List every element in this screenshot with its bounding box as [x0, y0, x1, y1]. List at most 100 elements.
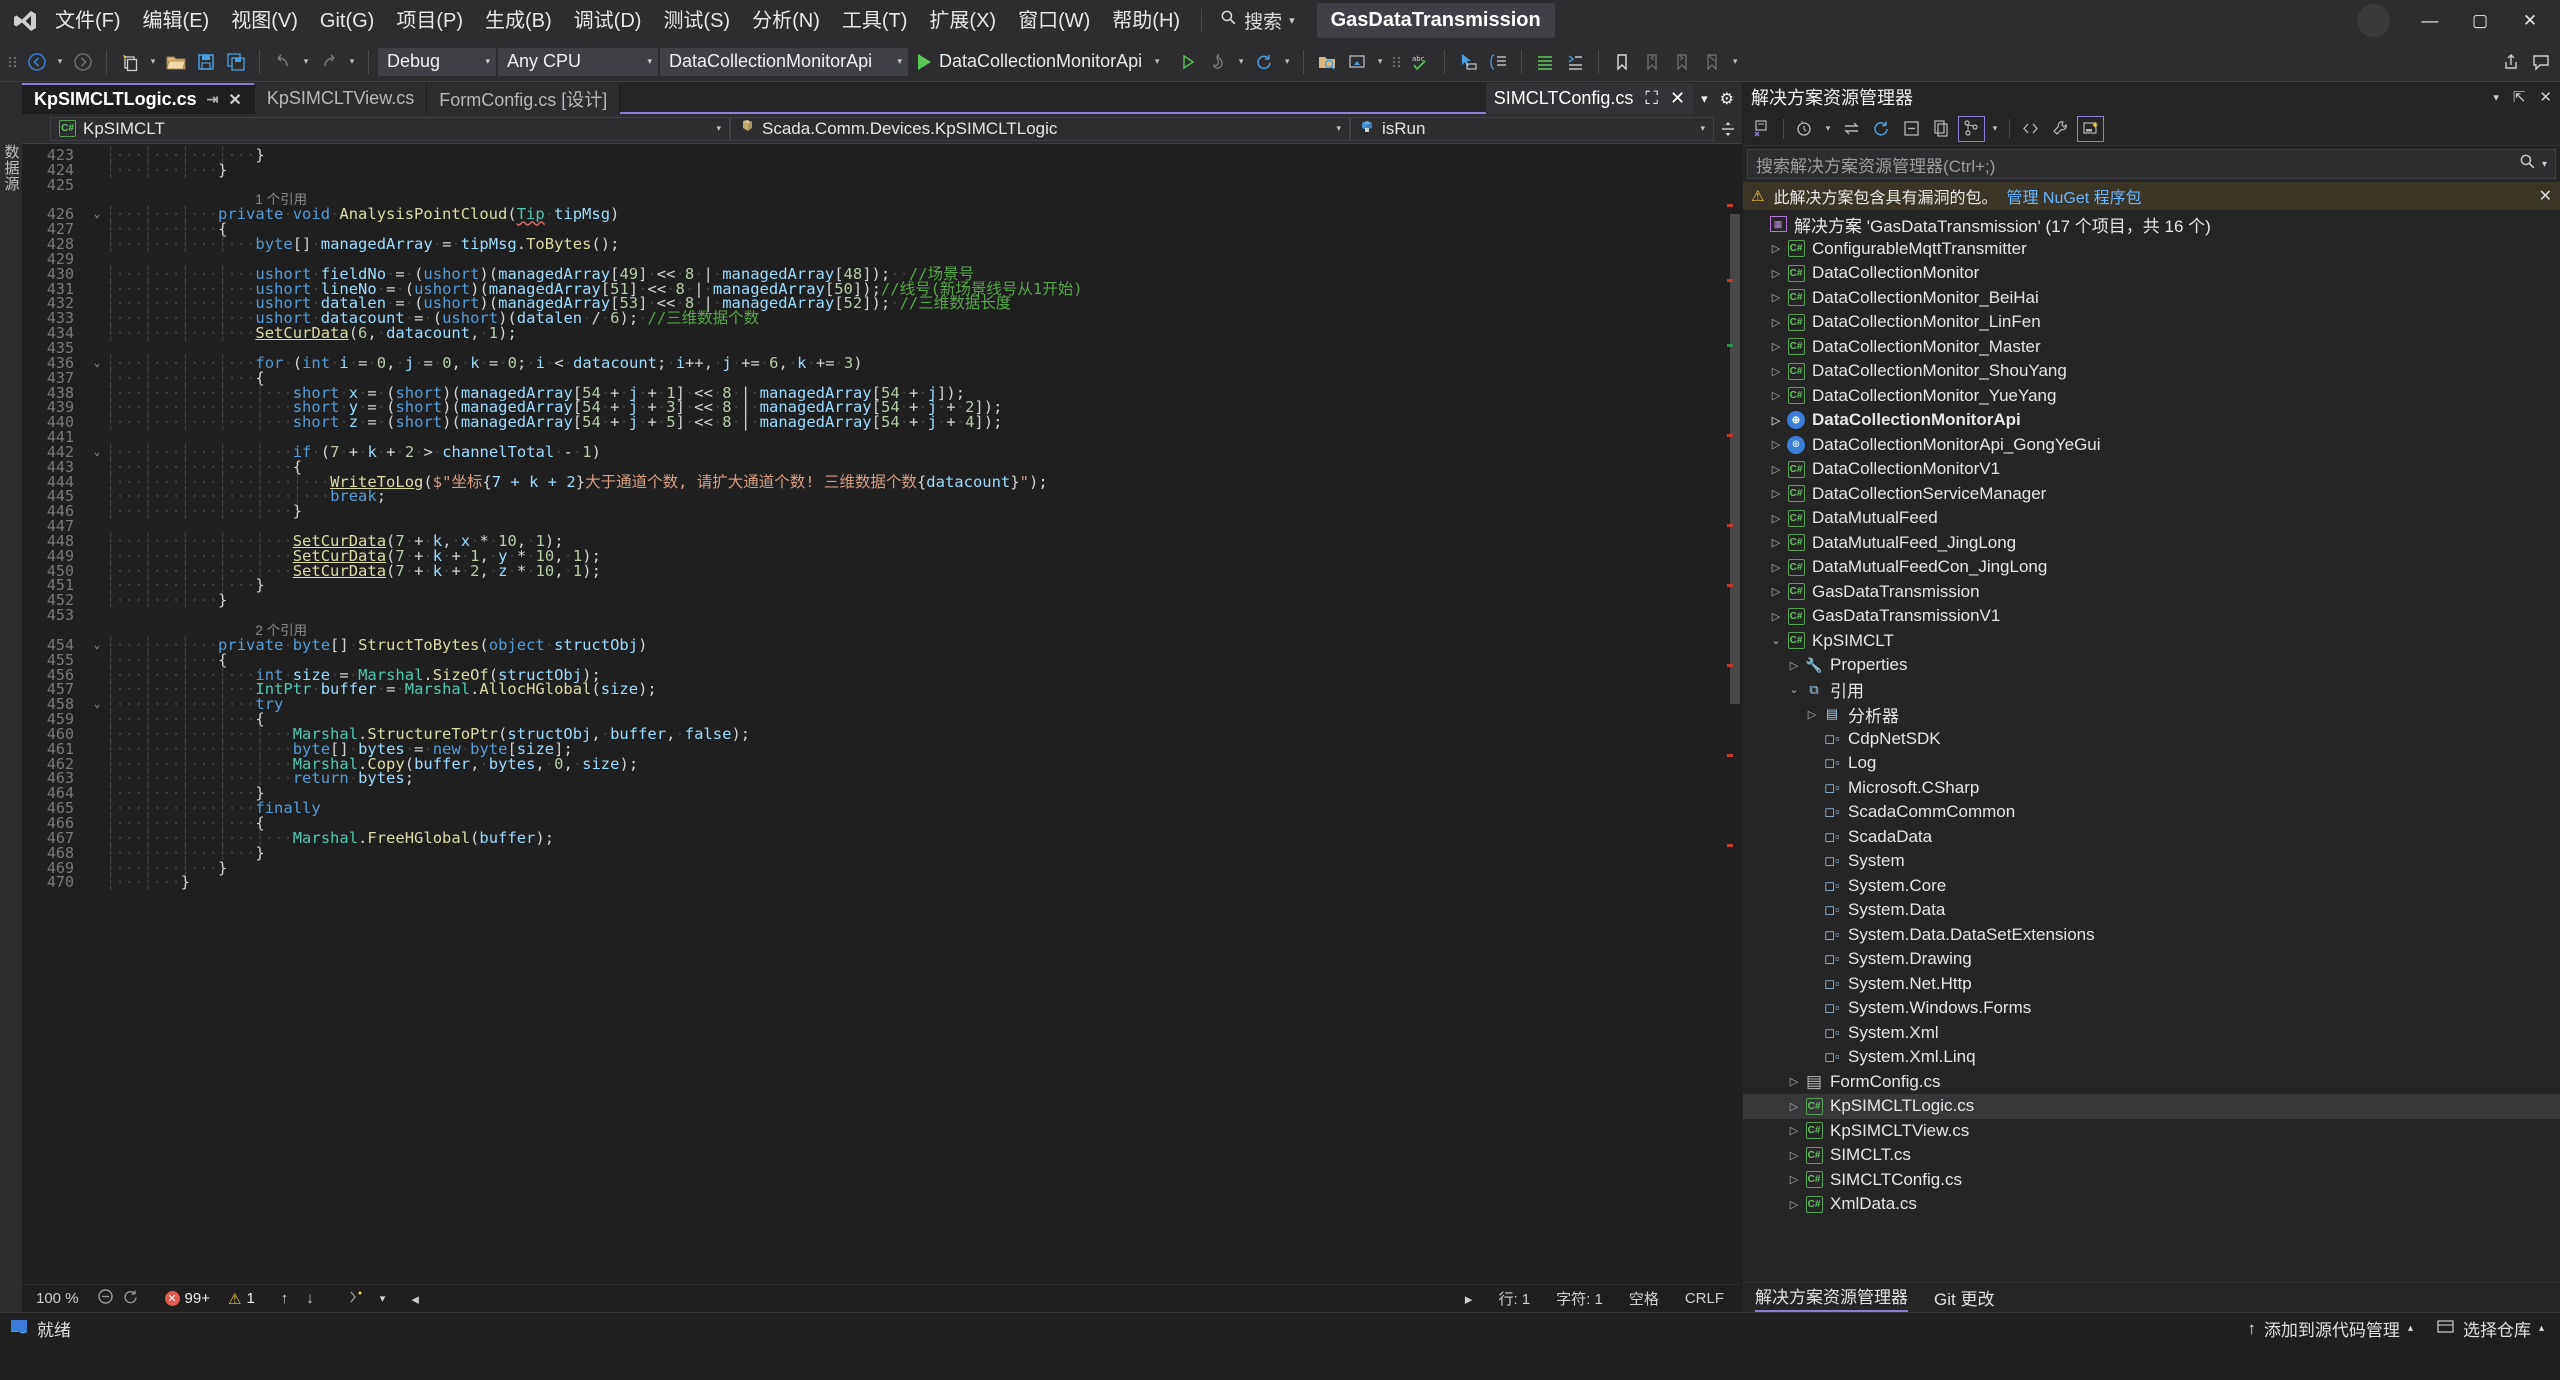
menu-help[interactable]: 帮助(H)	[1101, 3, 1191, 39]
zoom-level[interactable]: 100 %	[22, 1290, 93, 1307]
code-line[interactable]: 454 ⌄ ┆···┆···┆···private·byte[]·StructToB…	[36, 637, 1726, 653]
tree-item[interactable]: ▷ ▤ FormConfig.cs	[1743, 1070, 2560, 1095]
footer-tab-solution-explorer[interactable]: 解决方案资源管理器	[1755, 1283, 1908, 1312]
solution-name-chip[interactable]: GasDataTransmission	[1316, 3, 1555, 38]
build-configuration-combo[interactable]: Debug ▾	[378, 47, 496, 76]
tree-item-solution-root[interactable]: ▦ 解决方案 'GasDataTransmission' (17 个项目，共 1…	[1743, 212, 2560, 237]
expand-icon[interactable]: ▷	[1767, 536, 1785, 549]
split-view-icon[interactable]	[1714, 115, 1742, 143]
chevron-down-icon[interactable]: ▾	[473, 56, 490, 67]
error-badge[interactable]: ✕ 99+	[164, 1290, 210, 1307]
undo-dropdown-icon[interactable]: ▾	[299, 56, 313, 67]
show-all-files-icon[interactable]	[1928, 116, 1955, 142]
expand-icon[interactable]: ▷	[1767, 365, 1785, 378]
expand-icon[interactable]: ▷	[1767, 512, 1785, 525]
code-line[interactable]: 468 ┆···┆···┆···┆···}	[36, 845, 1726, 861]
tree-item[interactable]: ◻▫ System.Net.Http	[1743, 972, 2560, 997]
refresh-dropdown-icon[interactable]: ▾	[1280, 56, 1294, 67]
refresh-icon[interactable]	[1250, 48, 1278, 76]
search-icon[interactable]	[2519, 153, 2536, 175]
tree-item[interactable]: ▷ C# DataMutualFeed	[1743, 506, 2560, 531]
expand-icon[interactable]: ▷	[1785, 1124, 1803, 1137]
solution-tree[interactable]: ▦ 解决方案 'GasDataTransmission' (17 个项目，共 1…	[1743, 210, 2560, 1282]
bookmark-clear-icon[interactable]	[1698, 48, 1726, 76]
tree-item[interactable]: ◻▫ System.Xml.Linq	[1743, 1045, 2560, 1070]
tree-item[interactable]: ▷ C# KpSIMCLTLogic.cs	[1743, 1094, 2560, 1119]
menu-analyze[interactable]: 分析(N)	[741, 3, 831, 39]
no-issues-icon[interactable]	[97, 1288, 114, 1309]
pending-changes-icon[interactable]	[1791, 116, 1818, 142]
tree-item[interactable]: ▷ ⊕ DataCollectionMonitorApi	[1743, 408, 2560, 433]
code-line[interactable]: 440 ┆···┆···┆···┆···┆···short·z·=·(short)…	[36, 414, 1726, 430]
chevron-up-icon[interactable]: ▴	[2539, 1323, 2544, 1334]
tabstrip-controls[interactable]: ▾ ⚙	[1693, 83, 1742, 114]
gear-icon[interactable]: ⚙	[1720, 89, 1734, 109]
code-line[interactable]: 426 ⌄ ┆···┆···┆···private·void·AnalysisPoi…	[36, 207, 1726, 223]
chevron-down-icon[interactable]: ▾	[1988, 123, 2002, 134]
code-line[interactable]: 423 ┆···┆···┆···┆···}	[36, 147, 1726, 163]
select-repository-button[interactable]: 选择仓库 ▴	[2437, 1316, 2544, 1341]
solution-overview-icon[interactable]	[1749, 116, 1776, 142]
live-share-dropdown-icon[interactable]: ▾	[1373, 56, 1387, 67]
startup-project-combo[interactable]: DataCollectionMonitorApi ▾	[660, 47, 908, 76]
expand-icon[interactable]: ▷	[1767, 340, 1785, 353]
comment-block-icon[interactable]	[1484, 48, 1512, 76]
chevron-down-icon[interactable]: ▾	[1700, 123, 1705, 134]
avatar[interactable]	[2357, 4, 2390, 37]
tree-item[interactable]: ▷ C# DataMutualFeedCon_JingLong	[1743, 555, 2560, 580]
expand-icon[interactable]: ▷	[1785, 1173, 1803, 1186]
minimize-button[interactable]: —	[2406, 0, 2454, 41]
tab-kpsimcltview[interactable]: KpSIMCLTView.cs	[254, 83, 428, 114]
tree-item[interactable]: ▷ C# ConfigurableMqttTransmitter	[1743, 237, 2560, 262]
expand-icon[interactable]: ▷	[1767, 242, 1785, 255]
scrollbar-thumb[interactable]	[1730, 214, 1740, 704]
properties-icon[interactable]	[2047, 116, 2074, 142]
code-line[interactable]: 453	[36, 608, 1726, 623]
navigate-back-icon[interactable]	[23, 48, 51, 76]
expand-icon[interactable]: ▷	[1785, 1075, 1803, 1088]
code-line[interactable]: 425	[36, 177, 1726, 193]
fold-icon[interactable]: ⌄	[88, 207, 106, 222]
hot-reload-icon[interactable]	[1204, 48, 1232, 76]
tab-kpsimcltlogic[interactable]: KpSIMCLTLogic.cs ⇥ ✕	[22, 83, 255, 114]
redo-dropdown-icon[interactable]: ▾	[345, 56, 359, 67]
code-line[interactable]: 446 ┆···┆···┆···┆···┆···}	[36, 504, 1726, 520]
save-icon[interactable]	[192, 48, 220, 76]
close-button[interactable]: ✕	[2506, 0, 2554, 41]
tree-item[interactable]: ▷ ⊕ DataCollectionMonitorApi_GongYeGui	[1743, 433, 2560, 458]
toolbar-grip[interactable]	[9, 56, 17, 67]
chevron-down-icon[interactable]: ▾	[380, 1292, 386, 1305]
tree-item[interactable]: ◻▫ Log	[1743, 751, 2560, 776]
close-icon[interactable]: ✕	[2539, 186, 2552, 206]
expand-icon[interactable]: ⌄	[1785, 683, 1803, 696]
chevron-down-icon[interactable]: ▾	[885, 56, 902, 67]
open-file-icon[interactable]	[162, 48, 190, 76]
tree-item[interactable]: ◻▫ System.Drawing	[1743, 947, 2560, 972]
tree-item[interactable]: ◻▫ System.Data	[1743, 898, 2560, 923]
menu-window[interactable]: 窗口(W)	[1007, 3, 1101, 39]
tab-simcltconfig[interactable]: SIMCLTConfig.cs ⛶ ✕	[1485, 83, 1694, 114]
line-ending-indicator[interactable]: CRLF	[1685, 1290, 1724, 1307]
spell-check-icon[interactable]: abc	[1407, 48, 1435, 76]
menu-extensions[interactable]: 扩展(X)	[918, 3, 1007, 39]
expand-icon[interactable]: ▷	[1767, 267, 1785, 280]
code-editor[interactable]: 423 ┆···┆···┆···┆···} 424 ┆···┆···┆···} 425 …	[22, 144, 1742, 1284]
preview-selected-items-icon[interactable]	[2077, 115, 2104, 142]
chevron-down-icon[interactable]: ▾	[2542, 159, 2547, 170]
new-project-icon[interactable]	[116, 48, 144, 76]
tree-item[interactable]: ⌄ ⧉ 引用	[1743, 678, 2560, 703]
tree-item[interactable]: ▷ C# DataCollectionMonitor_Master	[1743, 335, 2560, 360]
menu-test[interactable]: 测试(S)	[652, 3, 741, 39]
select-tool-icon[interactable]	[1454, 48, 1482, 76]
tree-item[interactable]: ▷ ▤ 分析器	[1743, 702, 2560, 727]
navigate-back-dropdown-icon[interactable]: ▾	[53, 56, 67, 67]
bookmark-next-icon[interactable]	[1668, 48, 1696, 76]
code-line[interactable]: 450 ┆···┆···┆···┆···┆···SetCurData(7·+·k·…	[36, 563, 1726, 579]
expand-icon[interactable]: ▷	[1767, 414, 1785, 427]
tree-item[interactable]: ▷ C# GasDataTransmission	[1743, 580, 2560, 605]
chevron-down-icon[interactable]: ▾	[1150, 56, 1164, 67]
chevron-down-icon[interactable]: ▾	[1821, 123, 1835, 134]
platform-combo[interactable]: Any CPU ▾	[498, 47, 658, 76]
pin-icon[interactable]: ⇱	[2513, 88, 2526, 106]
start-debugging-button[interactable]: DataCollectionMonitorApi ▾	[910, 48, 1172, 76]
